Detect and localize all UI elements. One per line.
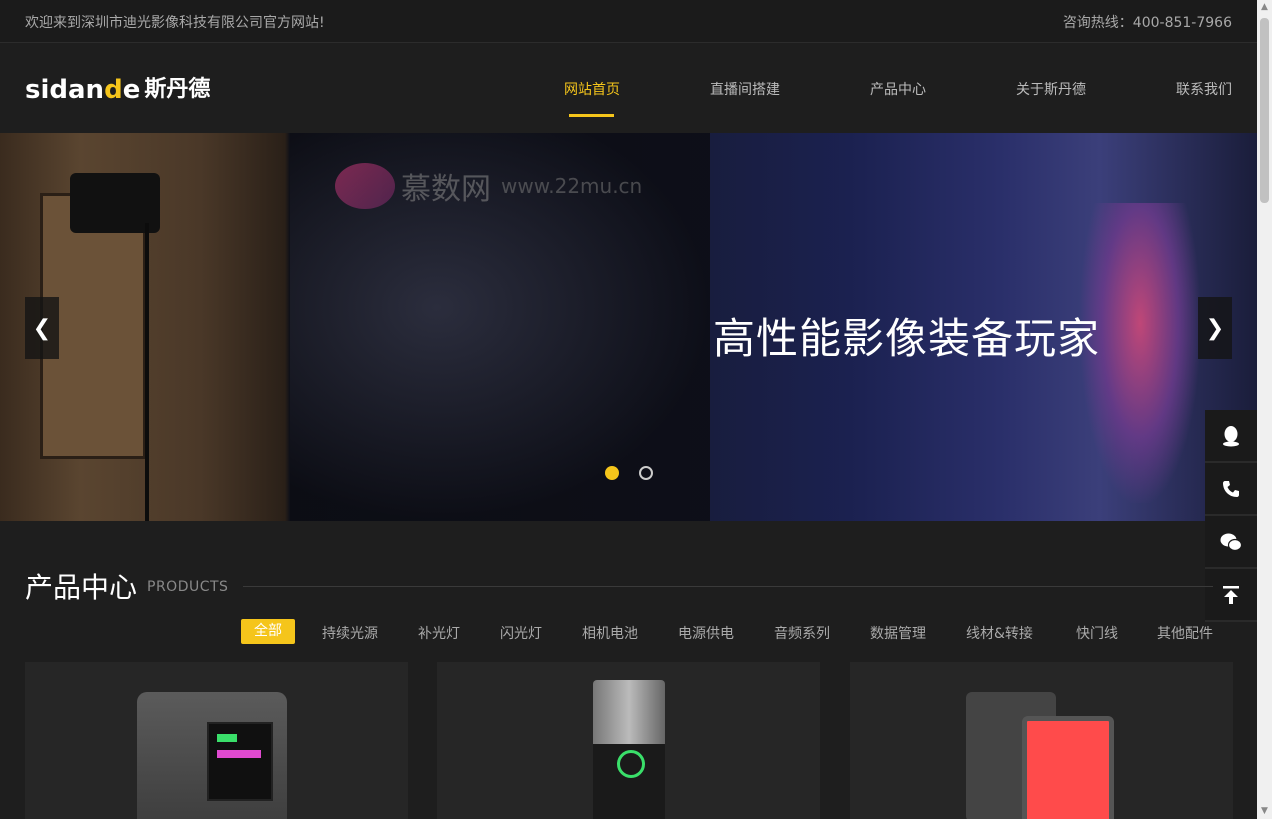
hotline-text: 咨询热线：400-851-7966 <box>1062 15 1232 31</box>
scrollbar-thumb[interactable] <box>1260 18 1269 203</box>
main-nav: 网站首页 直播间搭建 产品中心 关于斯丹德 联系我们 <box>0 43 1257 133</box>
banner-prev-button[interactable]: ❮ <box>25 297 59 359</box>
chevron-right-icon: ❯ <box>1205 315 1225 341</box>
product-card[interactable] <box>850 662 1233 819</box>
phone-button[interactable] <box>1205 463 1257 516</box>
banner-slogan: 高性能影像装备玩家 <box>713 314 1101 363</box>
nav-item-live-studio[interactable]: 直播间搭建 <box>710 79 780 99</box>
watermark-url: www.22mu.cn <box>501 174 643 198</box>
tab-continuous-light[interactable]: 持续光源 <box>322 623 378 643</box>
phone-icon <box>1223 480 1239 497</box>
tab-data-management[interactable]: 数据管理 <box>870 623 926 643</box>
product-image-led-panel <box>966 682 1116 819</box>
floating-toolbar <box>1205 410 1257 622</box>
header: sidande 斯丹德 网站首页 直播间搭建 产品中心 关于斯丹德 联系我们 <box>0 43 1257 133</box>
nav-item-about[interactable]: 关于斯丹德 <box>1016 79 1086 99</box>
watermark-cn: 慕数网 <box>401 172 491 207</box>
product-card[interactable] <box>25 662 408 819</box>
tab-shutter-release[interactable]: 快门线 <box>1076 623 1118 643</box>
tab-flash[interactable]: 闪光灯 <box>500 623 542 643</box>
page-scrollbar[interactable]: ▲ ▼ <box>1257 0 1272 819</box>
slide-dot-1[interactable] <box>605 466 619 480</box>
nav-item-products[interactable]: 产品中心 <box>870 79 926 99</box>
tab-all[interactable]: 全部 <box>241 619 295 644</box>
nav-active-underline <box>569 114 614 117</box>
wechat-icon <box>1220 533 1242 551</box>
section-divider <box>243 586 1213 587</box>
product-image-battery <box>137 692 287 819</box>
top-bar: 欢迎来到深圳市迪光影像科技有限公司官方网站! 咨询热线：400-851-7966 <box>0 0 1257 43</box>
banner-light-stand <box>145 223 149 521</box>
tab-audio[interactable]: 音频系列 <box>774 623 830 643</box>
qq-button[interactable] <box>1205 410 1257 463</box>
nav-item-contact[interactable]: 联系我们 <box>1176 79 1232 99</box>
scroll-up-icon[interactable]: ▲ <box>1257 0 1272 15</box>
welcome-text: 欢迎来到深圳市迪光影像科技有限公司官方网站! <box>25 15 325 31</box>
slide-dot-2[interactable] <box>639 466 653 480</box>
scroll-down-icon[interactable]: ▼ <box>1257 804 1272 819</box>
product-card[interactable] <box>437 662 820 819</box>
product-image-flashlight <box>593 680 665 819</box>
section-title: 产品中心 <box>25 571 138 604</box>
tab-power-supply[interactable]: 电源供电 <box>678 623 734 643</box>
banner-next-button[interactable]: ❯ <box>1198 297 1232 359</box>
watermark-logo-icon <box>335 163 395 209</box>
hero-banner[interactable]: 慕数网 www.22mu.cn 高性能影像装备玩家 ❮ ❯ <box>0 133 1257 521</box>
tab-other-accessories[interactable]: 其他配件 <box>1157 623 1213 643</box>
chevron-left-icon: ❮ <box>32 315 52 341</box>
wechat-button[interactable] <box>1205 516 1257 569</box>
tab-fill-light[interactable]: 补光灯 <box>418 623 460 643</box>
qq-icon <box>1223 425 1239 446</box>
back-to-top-icon <box>1223 585 1239 604</box>
back-to-top-button[interactable] <box>1205 569 1257 622</box>
tab-cables-adapters[interactable]: 线材&转接 <box>966 623 1033 643</box>
section-subtitle: PRODUCTS <box>147 579 229 595</box>
watermark: 慕数网 www.22mu.cn <box>335 163 642 209</box>
tab-camera-battery[interactable]: 相机电池 <box>582 623 638 643</box>
nav-item-home[interactable]: 网站首页 <box>564 79 620 99</box>
